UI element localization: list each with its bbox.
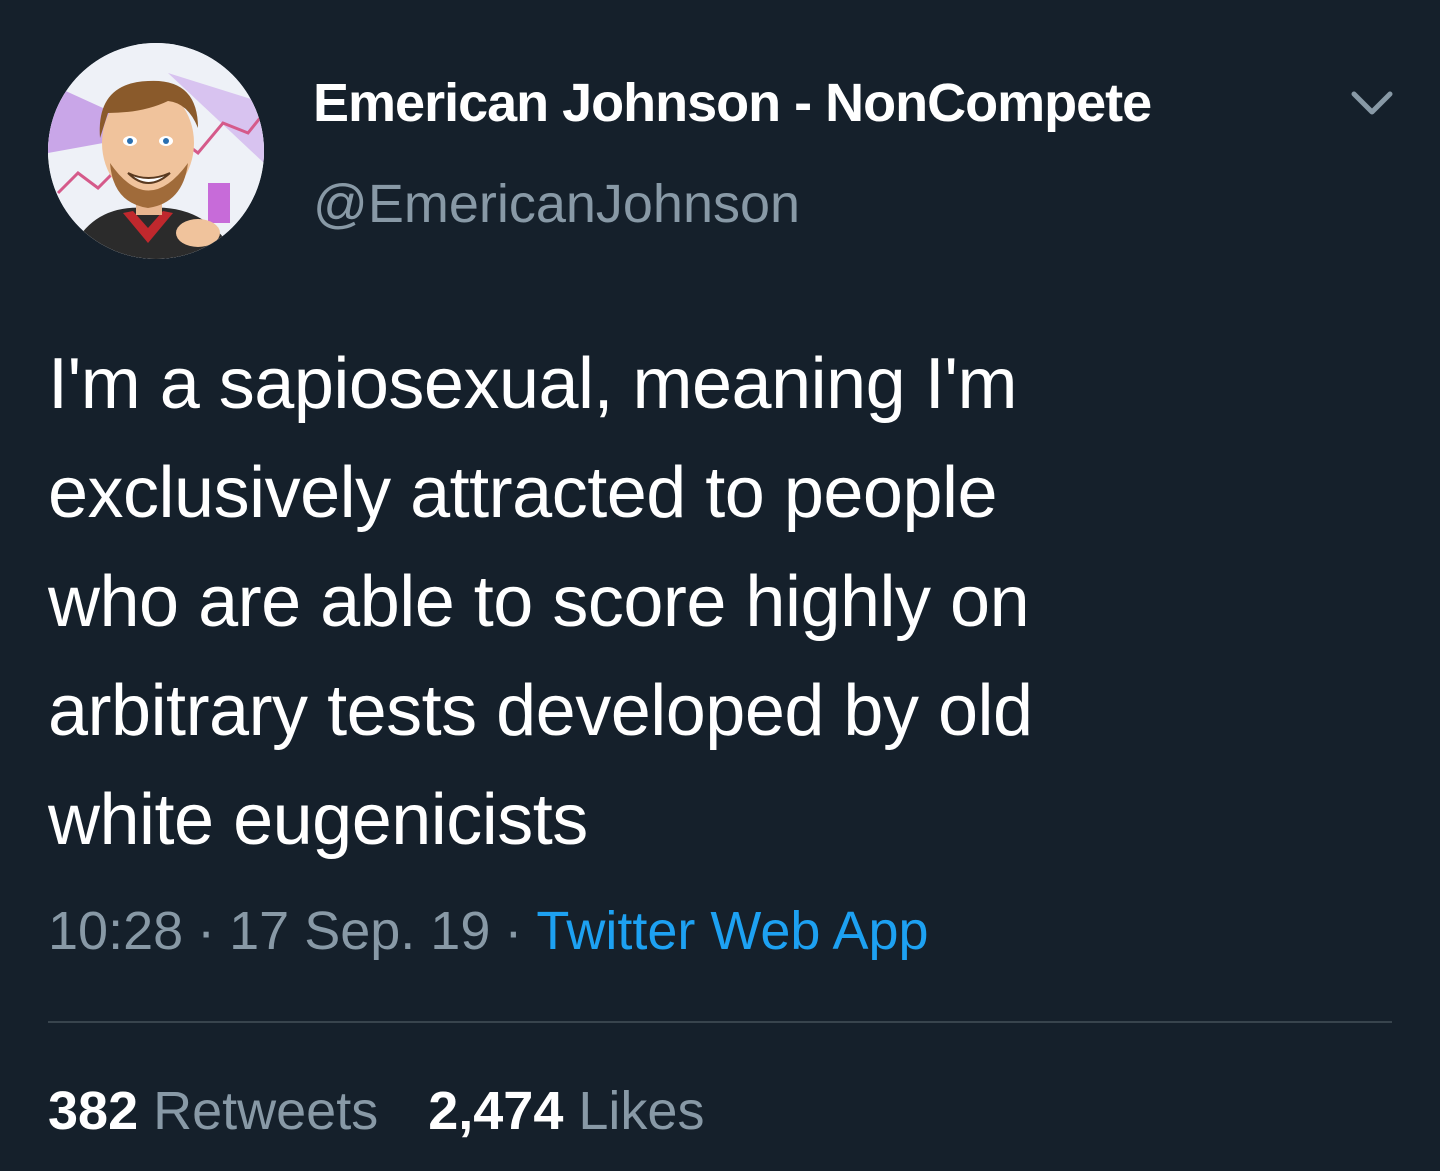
tweet-card: Emerican Johnson - NonCompete @EmericanJ… — [0, 0, 1440, 1171]
author-handle[interactable]: @EmericanJohnson — [313, 173, 800, 235]
tweet-time[interactable]: 10:28 — [48, 901, 183, 961]
likes-stat[interactable]: 2,474 Likes — [428, 1081, 704, 1141]
chevron-down-icon[interactable] — [1346, 80, 1398, 124]
tweet-text-line: arbitrary tests developed by old — [48, 671, 1033, 751]
avatar[interactable] — [48, 43, 264, 259]
like-label: Likes — [578, 1081, 705, 1141]
tweet-metadata: 10:28 · 17 Sep. 19 · Twitter Web App — [48, 900, 929, 962]
separator: · — [504, 901, 523, 961]
tweet-text-line: exclusively attracted to people — [48, 453, 998, 533]
tweet-date[interactable]: 17 Sep. 19 — [229, 901, 490, 961]
tweet-text-line: who are able to score highly on — [48, 562, 1030, 642]
tweet-stats: 382 Retweets 2,474 Likes — [48, 1080, 704, 1142]
separator: · — [197, 901, 216, 961]
avatar-illustration — [48, 43, 264, 259]
retweet-label: Retweets — [153, 1081, 379, 1141]
tweet-source-link[interactable]: Twitter Web App — [536, 901, 928, 961]
tweet-text-line: white eugenicists — [48, 780, 588, 860]
retweet-count: 382 — [48, 1081, 139, 1141]
like-count: 2,474 — [428, 1081, 564, 1141]
tweet-text: I'm a sapiosexual, meaning I'm exclusive… — [48, 330, 1348, 875]
divider — [48, 1021, 1392, 1023]
retweets-stat[interactable]: 382 Retweets — [48, 1081, 378, 1141]
tweet-text-line: I'm a sapiosexual, meaning I'm — [48, 344, 1017, 424]
author-display-name[interactable]: Emerican Johnson - NonCompete — [313, 72, 1152, 134]
